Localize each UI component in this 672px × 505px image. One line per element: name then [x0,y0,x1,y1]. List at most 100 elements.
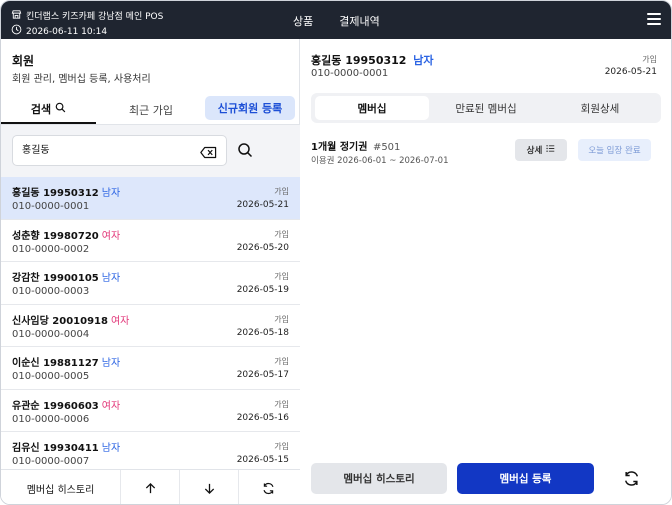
member-joined-label: 가입 [642,55,657,64]
member-phone: 010-0000-0005 [12,371,90,382]
member-birth: 19950312 [345,54,407,67]
entry-status-badge: 오늘 입장 완료 [578,139,651,161]
tab-member-detail[interactable]: 회원상세 [543,96,657,120]
member-birth: 19960603 [43,400,99,412]
member-name: 홍길동 [311,54,342,67]
left-bottom-bar: 멤버십 히스토리 [1,469,300,504]
member-name-line: 홍길동 19950312 남자 [12,184,120,199]
member-panel: 회원 회원 관리, 멤버십 등록, 사용처리 검색 최근 가입 신규회원 등록 [1,39,300,504]
current-datetime: 2026-06-11 10:14 [26,26,108,37]
member-birth: 19930411 [43,443,99,454]
nav-payments[interactable]: 결제내역 [339,13,379,29]
section-subtitle: 회원 관리, 멤버십 등록, 사용처리 [12,74,151,85]
arrow-down-icon[interactable] [180,470,239,504]
member-joined-date: 2026-05-18 [236,327,289,338]
top-nav: 상품 결제내역 [293,13,380,29]
member-list-item[interactable]: 강감찬 19900105 남자 010-0000-0003 가입 2026-05-19 [1,262,300,305]
tab-recent-join[interactable]: 최근 가입 [101,96,201,124]
member-joined-label: 가입 [274,399,289,409]
refresh-icon[interactable] [239,470,298,504]
store-icon [11,9,22,24]
member-phone: 010-0000-0004 [12,328,90,340]
member-name: 이순신 [12,358,40,369]
membership-period: 이용권 2026-06-01 ~ 2026-07-01 [311,156,449,166]
member-name: 강감찬 [12,273,40,284]
member-name: 홍길동 [12,188,40,199]
member-tabs: 검색 최근 가입 신규회원 등록 [1,96,300,124]
member-name-line: 김유신 19930411 남자 [12,439,120,454]
membership-title: 1개월 정기권 #501 [311,138,400,153]
store-name: 킨더랩스 키즈카페 강남점 메인 POS [26,11,164,22]
member-list-item[interactable]: 성춘향 19980720 여자 010-0000-0002 가입 2026-05-20 [1,219,300,262]
member-gender: 여자 [110,315,130,327]
member-gender: 남자 [101,443,121,454]
member-joined-label: 가입 [274,442,289,451]
member-joined-label: 가입 [274,314,289,324]
member-list: 홍길동 19950312 남자 010-0000-0001 가입 2026-05-21 성… [1,177,300,469]
member-list-item[interactable]: 김유신 19930411 남자 010-0000-0007 가입 2026-05-15 [1,432,300,469]
arrow-up-icon[interactable] [121,470,180,504]
detail-tabs: 멤버십 만료된 멤버십 회원상세 [311,93,661,123]
member-joined-date: 2026-05-16 [236,412,289,423]
member-joined-date: 2026-05-19 [236,285,289,295]
member-joined-label: 가입 [274,187,289,196]
member-joined-date: 2026-05-21 [236,200,289,210]
member-joined-label: 가입 [274,357,289,366]
detail-label: 상세 [526,146,543,156]
new-member-button[interactable]: 신규회원 등록 [205,96,295,120]
member-phone: 010-0000-0007 [12,456,90,467]
member-name-line: 강감찬 19900105 남자 [12,269,120,284]
selected-member-name: 홍길동 19950312 남자 [311,52,434,68]
member-joined-label: 가입 [274,272,289,281]
member-detail-panel: 홍길동 19950312 남자 010-0000-0001 가입 2026-05… [301,39,671,504]
tab-membership[interactable]: 멤버십 [315,96,429,120]
member-birth: 19950312 [43,188,99,199]
member-list-item[interactable]: 홍길동 19950312 남자 010-0000-0001 가입 2026-05-21 [1,177,300,220]
member-joined-date: 2026-05-15 [236,455,289,465]
membership-detail-button[interactable]: 상세 [515,139,567,161]
membership-history-button[interactable]: 멤버십 히스토리 [311,463,447,494]
search-area [1,125,300,177]
member-name-line: 유관순 19960603 여자 [12,397,120,412]
membership-history-button[interactable]: 멤버십 히스토리 [1,470,121,504]
member-list-item[interactable]: 유관순 19960603 여자 010-0000-0006 가입 2026-05-16 [1,389,300,432]
tab-search[interactable]: 검색 [1,96,96,124]
refresh-icon[interactable] [623,470,640,487]
member-joined-date: 2026-05-20 [236,242,289,253]
member-joined-date: 2026-05-17 [236,370,289,380]
member-phone: 010-0000-0001 [311,68,389,79]
member-name: 신사임당 [12,315,49,327]
membership-number: #501 [372,142,401,153]
member-birth: 19980720 [43,230,99,242]
search-box [12,135,227,166]
section-title: 회원 [12,54,35,68]
member-birth: 19881127 [43,358,99,369]
clock-icon [11,24,22,39]
member-gender: 남자 [101,188,121,199]
member-name-line: 신사임당 20010918 여자 [12,312,129,327]
search-input[interactable] [22,143,192,154]
tab-search-label: 검색 [30,103,52,116]
member-gender: 남자 [413,54,434,67]
member-phone: 010-0000-0001 [12,201,90,212]
member-joined-date: 2026-05-21 [604,67,657,77]
member-gender: 남자 [101,358,121,369]
hamburger-menu-icon[interactable] [647,13,661,25]
backspace-clear-icon[interactable] [200,144,217,159]
search-icon[interactable] [237,142,253,158]
member-list-item[interactable]: 신사임당 20010918 여자 010-0000-0004 가입 2026-05-18 [1,304,300,347]
pos-app: 킨더랩스 키즈카페 강남점 메인 POS 2026-06-11 10:14 상품… [0,0,672,505]
member-gender: 남자 [101,273,121,284]
member-list-item[interactable]: 이순신 19881127 남자 010-0000-0005 가입 2026-05-17 [1,347,300,390]
search-icon [55,102,66,116]
tab-expired-membership[interactable]: 만료된 멤버십 [429,96,543,120]
nav-products[interactable]: 상품 [293,13,313,29]
member-name-line: 이순신 19881127 남자 [12,354,120,369]
member-gender: 여자 [101,230,121,242]
member-name-line: 성춘향 19980720 여자 [12,227,120,242]
top-bar: 킨더랩스 키즈카페 강남점 메인 POS 2026-06-11 10:14 상품… [1,1,671,39]
membership-register-button[interactable]: 멤버십 등록 [457,463,594,494]
member-phone: 010-0000-0002 [12,243,90,255]
member-gender: 여자 [101,400,121,412]
store-info: 킨더랩스 키즈카페 강남점 메인 POS 2026-06-11 10:14 [11,9,163,39]
